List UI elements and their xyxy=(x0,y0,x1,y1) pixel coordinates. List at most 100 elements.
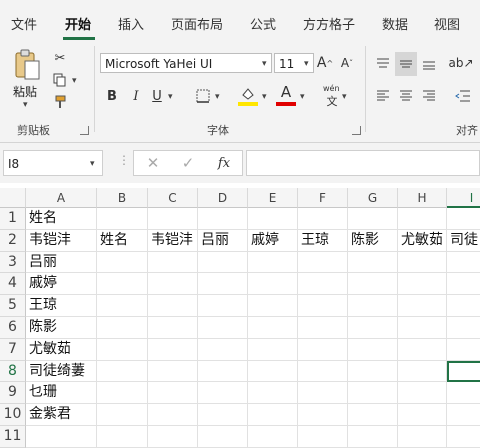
cell-d8[interactable] xyxy=(198,360,248,383)
cell-h3[interactable] xyxy=(398,251,447,274)
align-bottom-icon[interactable] xyxy=(419,54,439,74)
cell-h2[interactable]: 尤敏茹 xyxy=(398,229,447,252)
cell-i11[interactable] xyxy=(447,426,480,448)
fill-color-chevron-icon[interactable]: ▾ xyxy=(262,92,267,102)
cancel-icon[interactable]: ✕ xyxy=(143,153,163,173)
cell-i9[interactable] xyxy=(447,382,480,405)
tab-file[interactable]: 文件 xyxy=(11,14,37,33)
cell-d2[interactable]: 吕丽 xyxy=(198,229,248,252)
cell-f11[interactable] xyxy=(298,426,348,448)
fill-color-icon[interactable] xyxy=(238,85,258,103)
align-middle-icon[interactable] xyxy=(395,52,417,76)
cell-i7[interactable] xyxy=(447,339,480,361)
font-launcher-icon[interactable] xyxy=(352,126,361,135)
cell-h11[interactable] xyxy=(398,426,447,448)
cell-d7[interactable] xyxy=(198,338,248,361)
cell-d6[interactable] xyxy=(198,317,248,339)
cell-f7[interactable] xyxy=(298,338,348,361)
cell-g3[interactable] xyxy=(348,251,398,274)
column-header-c[interactable]: C xyxy=(148,188,198,208)
row-header-6[interactable]: 6 xyxy=(0,317,26,339)
cell-c5[interactable] xyxy=(148,295,198,317)
column-header-f[interactable]: F xyxy=(298,188,348,208)
cell-e5[interactable] xyxy=(248,295,298,317)
cell-b8[interactable] xyxy=(97,360,148,383)
cell-e9[interactable] xyxy=(248,382,298,405)
cell-a6[interactable]: 陈影 xyxy=(26,317,97,339)
underline-button[interactable]: U xyxy=(149,86,165,106)
row-header-7[interactable]: 7 xyxy=(0,338,26,361)
cell-b1[interactable] xyxy=(97,208,148,230)
enter-check-icon[interactable]: ✓ xyxy=(178,153,198,173)
cell-b4[interactable] xyxy=(97,273,148,296)
cell-c7[interactable] xyxy=(148,338,198,361)
cell-d4[interactable] xyxy=(198,273,248,296)
cell-i6[interactable] xyxy=(447,317,480,339)
cell-h4[interactable] xyxy=(398,273,447,296)
cell-g4[interactable] xyxy=(348,273,398,296)
cell-g8[interactable] xyxy=(348,360,398,383)
phonetic-guide-icon[interactable]: 文 xyxy=(324,94,340,108)
cell-e1[interactable] xyxy=(248,208,298,230)
cell-c6[interactable] xyxy=(148,317,198,339)
cell-a4[interactable]: 戚婷 xyxy=(26,273,97,296)
cell-a1[interactable]: 姓名 xyxy=(26,208,97,230)
tab-formulas[interactable]: 公式 xyxy=(250,14,276,33)
cell-g1[interactable] xyxy=(348,208,398,230)
font-size-chevron-icon[interactable]: ▾ xyxy=(304,59,309,69)
cell-b7[interactable] xyxy=(97,338,148,361)
cell-f2[interactable]: 王琼 xyxy=(298,229,348,252)
cell-a10[interactable]: 金紫君 xyxy=(26,404,97,426)
cell-h1[interactable] xyxy=(398,208,447,230)
name-box[interactable]: I8 xyxy=(3,150,103,176)
cell-i10[interactable] xyxy=(447,404,480,426)
align-left-icon[interactable] xyxy=(373,86,393,106)
borders-chevron-icon[interactable]: ▾ xyxy=(215,92,220,102)
borders-icon[interactable] xyxy=(194,87,212,105)
tab-data[interactable]: 数据 xyxy=(382,14,408,33)
paste-label[interactable]: 粘贴 xyxy=(13,83,37,100)
tab-view[interactable]: 视图 xyxy=(434,14,460,33)
cut-icon[interactable]: ✂ xyxy=(50,48,70,68)
column-header-d[interactable]: D xyxy=(198,188,248,208)
cell-c4[interactable] xyxy=(148,273,198,296)
cell-f5[interactable] xyxy=(298,295,348,317)
cell-f3[interactable] xyxy=(298,251,348,274)
cell-g6[interactable] xyxy=(348,317,398,339)
cell-e2[interactable]: 戚婷 xyxy=(248,229,298,252)
cell-h9[interactable] xyxy=(398,382,447,405)
column-header-e[interactable]: E xyxy=(248,188,298,208)
select-all-corner[interactable] xyxy=(0,188,26,208)
insert-function-button[interactable]: fx xyxy=(212,153,236,173)
align-center-icon[interactable] xyxy=(396,86,416,106)
orientation-icon[interactable]: ab↗ xyxy=(448,53,473,73)
cell-f8[interactable] xyxy=(298,360,348,383)
cell-d1[interactable] xyxy=(198,208,248,230)
cell-i2[interactable]: 司徒 xyxy=(447,230,480,252)
cell-g11[interactable] xyxy=(348,426,398,448)
align-top-icon[interactable] xyxy=(373,54,393,74)
cell-g5[interactable] xyxy=(348,295,398,317)
paste-icon[interactable] xyxy=(10,48,44,84)
tab-fangfang[interactable]: 方方格子 xyxy=(303,14,355,33)
cell-b10[interactable] xyxy=(97,404,148,426)
row-header-10[interactable]: 10 xyxy=(0,404,26,426)
cell-i5[interactable] xyxy=(447,295,480,317)
font-family-select[interactable]: Microsoft YaHei UI xyxy=(100,53,272,73)
align-right-icon[interactable] xyxy=(419,86,439,106)
underline-chevron-icon[interactable]: ▾ xyxy=(168,92,173,102)
cell-d9[interactable] xyxy=(198,382,248,405)
cell-e6[interactable] xyxy=(248,317,298,339)
row-header-2[interactable]: 2 xyxy=(0,229,26,252)
cell-c2[interactable]: 韦铠沣 xyxy=(148,229,198,252)
decrease-indent-icon[interactable] xyxy=(452,86,474,106)
cell-a5[interactable]: 王琼 xyxy=(26,295,97,317)
cell-a2[interactable]: 韦铠沣 xyxy=(26,229,97,252)
cell-d11[interactable] xyxy=(198,426,248,448)
cell-b9[interactable] xyxy=(97,382,148,405)
cell-c11[interactable] xyxy=(148,426,198,448)
cell-e10[interactable] xyxy=(248,404,298,426)
cell-e8[interactable] xyxy=(248,360,298,383)
cell-i1[interactable] xyxy=(447,208,480,230)
row-header-3[interactable]: 3 xyxy=(0,251,26,274)
